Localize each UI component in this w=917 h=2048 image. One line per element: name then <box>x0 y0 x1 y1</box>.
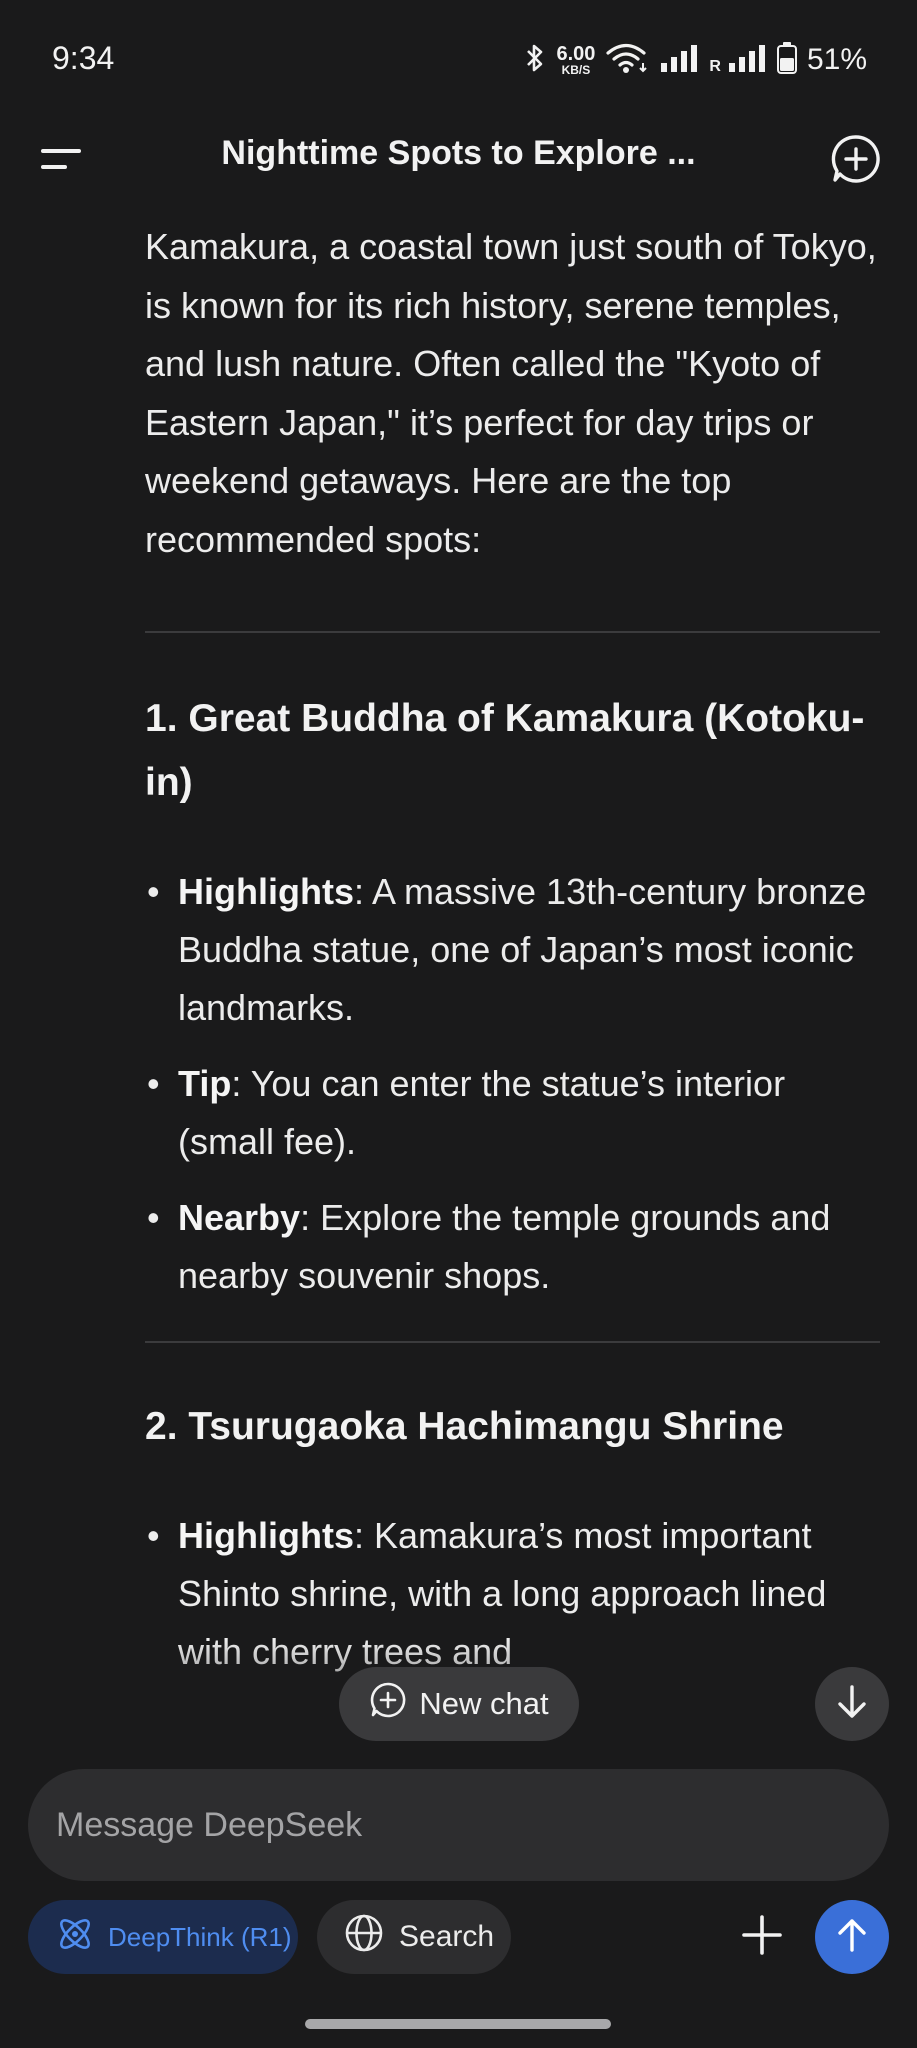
menu-icon <box>36 143 86 180</box>
plus-icon <box>740 1913 784 1962</box>
bullet-label: Highlights <box>178 871 354 912</box>
app-screen: 9:34 6.00 KB/S R 51% Nighttime Spots to … <box>0 0 917 2048</box>
bluetooth-icon <box>524 43 546 78</box>
battery-icon <box>776 41 797 79</box>
globe-icon <box>343 1912 385 1962</box>
section-heading: 2. Tsurugaoka Hachimangu Shrine <box>145 1405 784 1448</box>
arrow-down-icon <box>835 1683 869 1726</box>
status-bar: 9:34 6.00 KB/S R 51% <box>0 0 917 120</box>
menu-button[interactable] <box>32 132 90 190</box>
bullet-item: Highlights: Kamakura’s most important Sh… <box>145 1507 880 1681</box>
assistant-message: Kamakura, a coastal town just south of T… <box>145 218 880 1718</box>
new-chat-label: New chat <box>419 1686 549 1721</box>
section-divider <box>145 631 880 633</box>
search-toggle[interactable]: Search <box>317 1900 511 1974</box>
composer-toolbar: DeepThink (R1) Search <box>0 1900 917 1976</box>
bullet-item: Tip: You can enter the statue’s interior… <box>145 1055 880 1171</box>
battery-percentage: 51% <box>806 43 867 76</box>
home-indicator[interactable] <box>305 2019 611 2029</box>
search-label: Search <box>399 1920 495 1953</box>
new-chat-button[interactable]: New chat <box>339 1667 579 1741</box>
wifi-icon <box>605 41 649 80</box>
atom-icon <box>54 1913 96 1962</box>
network-speed-value: 6.00 <box>556 43 596 65</box>
deepthink-toggle[interactable]: DeepThink (R1) <box>28 1900 298 1974</box>
attach-button[interactable] <box>725 1900 799 1974</box>
bullet-label: Highlights <box>178 1515 354 1556</box>
signal-icon-roaming <box>727 43 767 78</box>
network-speed: 6.00 KB/S <box>556 44 595 76</box>
bullet-list: Highlights: A massive 13th-century bronz… <box>145 863 880 1305</box>
new-chat-icon <box>830 133 882 190</box>
bullet-text: : You can enter the statue’s interior (s… <box>178 1063 786 1162</box>
chat-title[interactable]: Nighttime Spots to Explore ... <box>150 134 767 173</box>
intro-paragraph: Kamakura, a coastal town just south of T… <box>145 226 877 560</box>
bullet-list: Highlights: Kamakura’s most important Sh… <box>145 1507 880 1681</box>
bullet-item: Highlights: A massive 13th-century bronz… <box>145 863 880 1037</box>
section-heading: 1. Great Buddha of Kamakura (Kotoku-in) <box>145 697 865 804</box>
bullet-label: Tip <box>178 1063 232 1104</box>
send-button[interactable] <box>815 1900 889 1974</box>
message-input[interactable] <box>56 1769 856 1881</box>
arrow-up-icon <box>835 1916 869 1959</box>
network-speed-unit: KB/S <box>561 63 591 77</box>
message-composer <box>28 1769 889 1881</box>
status-time: 9:34 <box>52 40 115 76</box>
new-chat-icon <box>369 1681 407 1727</box>
status-icons: 6.00 KB/S R 51% <box>524 40 867 80</box>
roaming-indicator: R <box>709 58 721 75</box>
scroll-to-bottom-button[interactable] <box>815 1667 889 1741</box>
chat-header: Nighttime Spots to Explore ... <box>0 120 917 210</box>
bullet-label: Nearby <box>178 1197 301 1238</box>
signal-icon <box>659 43 699 78</box>
deepthink-label: DeepThink (R1) <box>108 1921 292 1952</box>
bullet-item: Nearby: Explore the temple grounds and n… <box>145 1189 880 1305</box>
section-divider <box>145 1341 880 1343</box>
new-chat-header-button[interactable] <box>823 128 889 194</box>
